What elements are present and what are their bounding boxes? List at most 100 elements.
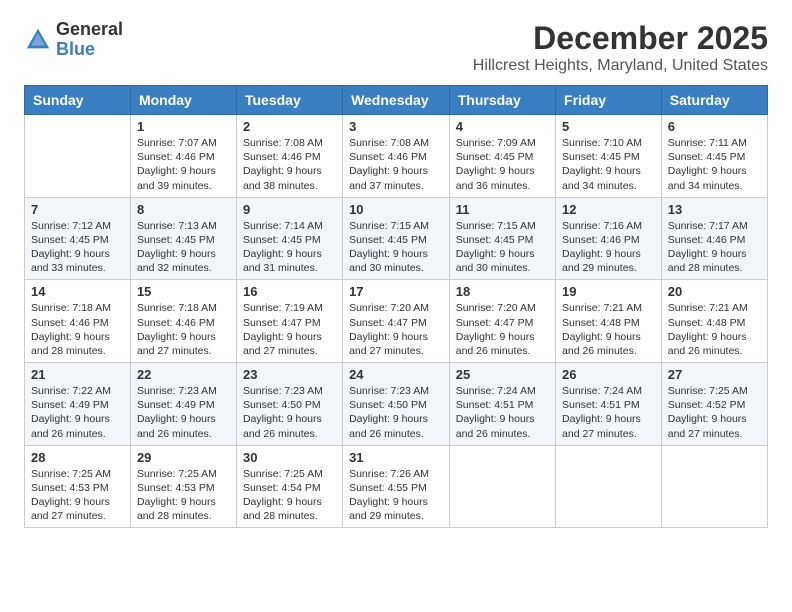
subtitle: Hillcrest Heights, Maryland, United Stat…	[473, 57, 768, 75]
calendar-cell: 8 Sunrise: 7:13 AMSunset: 4:45 PMDaylight…	[130, 197, 236, 280]
calendar-cell: 30 Sunrise: 7:25 AMSunset: 4:54 PMDayligh…	[236, 445, 342, 528]
calendar-cell: 14 Sunrise: 7:18 AMSunset: 4:46 PMDayligh…	[25, 280, 131, 363]
day-info: Sunrise: 7:11 AMSunset: 4:45 PMDaylight:…	[668, 136, 761, 193]
calendar-cell: 27 Sunrise: 7:25 AMSunset: 4:52 PMDayligh…	[661, 363, 767, 446]
calendar-cell: 23 Sunrise: 7:23 AMSunset: 4:50 PMDayligh…	[236, 363, 342, 446]
day-info: Sunrise: 7:23 AMSunset: 4:49 PMDaylight:…	[137, 384, 230, 441]
calendar-cell: 22 Sunrise: 7:23 AMSunset: 4:49 PMDayligh…	[130, 363, 236, 446]
calendar-cell: 28 Sunrise: 7:25 AMSunset: 4:53 PMDayligh…	[25, 445, 131, 528]
title-block: December 2025 Hillcrest Heights, Marylan…	[473, 20, 768, 75]
day-number: 6	[668, 119, 761, 134]
calendar-cell: 21 Sunrise: 7:22 AMSunset: 4:49 PMDayligh…	[25, 363, 131, 446]
day-info: Sunrise: 7:25 AMSunset: 4:52 PMDaylight:…	[668, 384, 761, 441]
calendar-day-header: Friday	[556, 86, 662, 115]
calendar-cell: 1 Sunrise: 7:07 AMSunset: 4:46 PMDaylight…	[130, 115, 236, 198]
day-number: 19	[562, 284, 655, 299]
calendar-week-row: 28 Sunrise: 7:25 AMSunset: 4:53 PMDayligh…	[25, 445, 768, 528]
calendar-cell: 5Sunrise: 7:10 AMSunset: 4:45 PMDaylight…	[556, 115, 662, 198]
calendar-day-header: Saturday	[661, 86, 767, 115]
calendar-cell: 12 Sunrise: 7:16 AMSunset: 4:46 PMDayligh…	[556, 197, 662, 280]
day-info: Sunrise: 7:07 AMSunset: 4:46 PMDaylight:…	[137, 136, 230, 193]
logo-blue: Blue	[56, 40, 123, 60]
day-info: Sunrise: 7:19 AMSunset: 4:47 PMDaylight:…	[243, 301, 336, 358]
calendar-week-row: 14 Sunrise: 7:18 AMSunset: 4:46 PMDayligh…	[25, 280, 768, 363]
day-number: 21	[31, 367, 124, 382]
logo-icon	[24, 26, 52, 54]
day-number: 31	[349, 450, 443, 465]
day-number: 12	[562, 202, 655, 217]
calendar-cell	[449, 445, 555, 528]
day-info: Sunrise: 7:09 AMSunset: 4:45 PMDaylight:…	[456, 136, 549, 193]
calendar-cell: 19 Sunrise: 7:21 AMSunset: 4:48 PMDayligh…	[556, 280, 662, 363]
day-number: 30	[243, 450, 336, 465]
day-info: Sunrise: 7:08 AMSunset: 4:46 PMDaylight:…	[243, 136, 336, 193]
calendar-week-row: 21 Sunrise: 7:22 AMSunset: 4:49 PMDayligh…	[25, 363, 768, 446]
day-info: Sunrise: 7:16 AMSunset: 4:46 PMDaylight:…	[562, 219, 655, 276]
calendar-cell: 20Sunrise: 7:21 AMSunset: 4:48 PMDayligh…	[661, 280, 767, 363]
day-info: Sunrise: 7:25 AMSunset: 4:54 PMDaylight:…	[243, 467, 336, 524]
day-number: 14	[31, 284, 124, 299]
calendar-cell: 3Sunrise: 7:08 AMSunset: 4:46 PMDaylight…	[343, 115, 450, 198]
logo-text: General Blue	[56, 20, 123, 60]
main-title: December 2025	[473, 20, 768, 57]
day-number: 1	[137, 119, 230, 134]
day-number: 3	[349, 119, 443, 134]
day-number: 22	[137, 367, 230, 382]
day-info: Sunrise: 7:15 AMSunset: 4:45 PMDaylight:…	[456, 219, 549, 276]
calendar-cell: 16 Sunrise: 7:19 AMSunset: 4:47 PMDayligh…	[236, 280, 342, 363]
calendar-cell: 29 Sunrise: 7:25 AMSunset: 4:53 PMDayligh…	[130, 445, 236, 528]
calendar-cell: 11Sunrise: 7:15 AMSunset: 4:45 PMDayligh…	[449, 197, 555, 280]
calendar-cell: 4Sunrise: 7:09 AMSunset: 4:45 PMDaylight…	[449, 115, 555, 198]
day-number: 13	[668, 202, 761, 217]
day-number: 7	[31, 202, 124, 217]
day-number: 29	[137, 450, 230, 465]
day-info: Sunrise: 7:25 AMSunset: 4:53 PMDaylight:…	[31, 467, 124, 524]
day-number: 16	[243, 284, 336, 299]
calendar-week-row: 1 Sunrise: 7:07 AMSunset: 4:46 PMDaylight…	[25, 115, 768, 198]
calendar-day-header: Monday	[130, 86, 236, 115]
day-number: 27	[668, 367, 761, 382]
calendar-cell: 17 Sunrise: 7:20 AMSunset: 4:47 PMDayligh…	[343, 280, 450, 363]
calendar-cell: 25 Sunrise: 7:24 AMSunset: 4:51 PMDayligh…	[449, 363, 555, 446]
day-info: Sunrise: 7:22 AMSunset: 4:49 PMDaylight:…	[31, 384, 124, 441]
calendar-table: SundayMondayTuesdayWednesdayThursdayFrid…	[24, 85, 768, 528]
day-number: 20	[668, 284, 761, 299]
day-info: Sunrise: 7:24 AMSunset: 4:51 PMDaylight:…	[456, 384, 549, 441]
day-info: Sunrise: 7:26 AMSunset: 4:55 PMDaylight:…	[349, 467, 443, 524]
day-number: 26	[562, 367, 655, 382]
day-info: Sunrise: 7:21 AMSunset: 4:48 PMDaylight:…	[562, 301, 655, 358]
calendar-cell: 15 Sunrise: 7:18 AMSunset: 4:46 PMDayligh…	[130, 280, 236, 363]
day-info: Sunrise: 7:15 AMSunset: 4:45 PMDaylight:…	[349, 219, 443, 276]
day-info: Sunrise: 7:20 AMSunset: 4:47 PMDaylight:…	[456, 301, 549, 358]
calendar-cell: 7Sunrise: 7:12 AMSunset: 4:45 PMDaylight…	[25, 197, 131, 280]
calendar-cell: 26Sunrise: 7:24 AMSunset: 4:51 PMDayligh…	[556, 363, 662, 446]
day-number: 15	[137, 284, 230, 299]
day-info: Sunrise: 7:25 AMSunset: 4:53 PMDaylight:…	[137, 467, 230, 524]
calendar-cell: 6 Sunrise: 7:11 AMSunset: 4:45 PMDaylight…	[661, 115, 767, 198]
calendar-cell: 24Sunrise: 7:23 AMSunset: 4:50 PMDayligh…	[343, 363, 450, 446]
calendar-day-header: Thursday	[449, 86, 555, 115]
day-info: Sunrise: 7:20 AMSunset: 4:47 PMDaylight:…	[349, 301, 443, 358]
day-info: Sunrise: 7:18 AMSunset: 4:46 PMDaylight:…	[31, 301, 124, 358]
day-info: Sunrise: 7:23 AMSunset: 4:50 PMDaylight:…	[349, 384, 443, 441]
day-number: 9	[243, 202, 336, 217]
day-number: 18	[456, 284, 549, 299]
day-info: Sunrise: 7:14 AMSunset: 4:45 PMDaylight:…	[243, 219, 336, 276]
day-number: 17	[349, 284, 443, 299]
logo: General Blue	[24, 20, 123, 60]
day-number: 8	[137, 202, 230, 217]
calendar-cell	[25, 115, 131, 198]
day-info: Sunrise: 7:18 AMSunset: 4:46 PMDaylight:…	[137, 301, 230, 358]
page-header: General Blue December 2025 Hillcrest Hei…	[24, 20, 768, 75]
day-info: Sunrise: 7:13 AMSunset: 4:45 PMDaylight:…	[137, 219, 230, 276]
day-number: 25	[456, 367, 549, 382]
day-info: Sunrise: 7:10 AMSunset: 4:45 PMDaylight:…	[562, 136, 655, 193]
day-number: 10	[349, 202, 443, 217]
day-info: Sunrise: 7:23 AMSunset: 4:50 PMDaylight:…	[243, 384, 336, 441]
calendar-day-header: Tuesday	[236, 86, 342, 115]
calendar-cell: 10 Sunrise: 7:15 AMSunset: 4:45 PMDayligh…	[343, 197, 450, 280]
day-number: 2	[243, 119, 336, 134]
calendar-day-header: Sunday	[25, 86, 131, 115]
day-number: 28	[31, 450, 124, 465]
day-number: 23	[243, 367, 336, 382]
